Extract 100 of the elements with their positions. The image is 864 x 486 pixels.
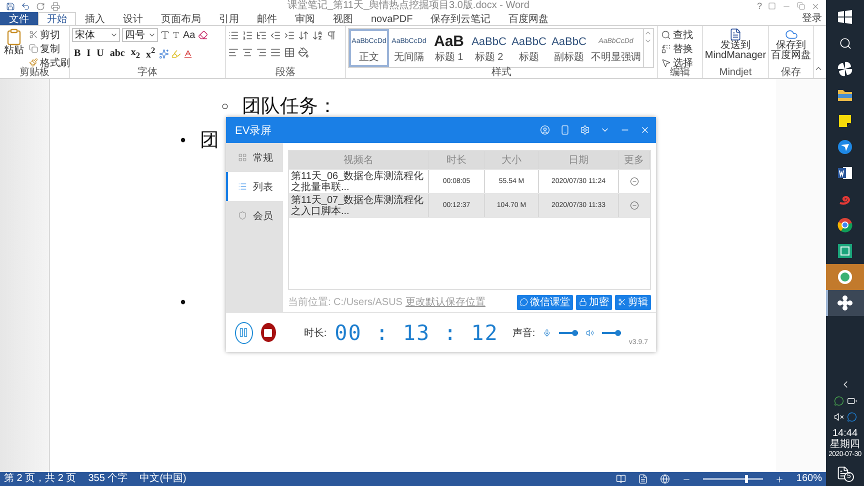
close-icon[interactable] — [640, 125, 650, 135]
collapse-ribbon-icon[interactable] — [814, 64, 823, 73]
chat-icon[interactable] — [834, 396, 844, 406]
format-button[interactable]: I — [84, 46, 93, 61]
shrink-font-icon[interactable] — [172, 31, 180, 39]
phone-icon[interactable] — [560, 125, 570, 135]
indent-icon[interactable] — [284, 30, 295, 41]
start-icon[interactable] — [838, 10, 852, 24]
folder-icon[interactable] — [837, 87, 853, 103]
format-button[interactable]: abc — [108, 46, 127, 61]
style-preview: AaB — [434, 34, 464, 50]
more-icon[interactable] — [630, 201, 639, 210]
action-button[interactable]: 微信课堂 — [517, 294, 573, 310]
print-layout-icon[interactable] — [638, 474, 648, 484]
pilcrow-icon[interactable] — [326, 30, 337, 41]
search-icon[interactable] — [838, 36, 852, 50]
clock-weekday[interactable]: 星期四 — [830, 439, 860, 450]
cut-button[interactable]: 剪切 — [28, 28, 71, 41]
save-location: 当前位置: C:/Users/ASUS — [288, 296, 402, 309]
group-label: 编辑 — [670, 67, 690, 78]
shading-icon[interactable] — [298, 47, 309, 58]
font-size-field[interactable]: 四号 — [122, 28, 158, 42]
notification-icon[interactable] — [836, 466, 850, 480]
align-right-icon[interactable] — [256, 47, 267, 58]
style-name: 不明显强调 — [591, 52, 641, 63]
table-cell: 第11天_06_数据仓库测流程化之批量串联... — [289, 170, 429, 193]
style-preview: AaBbC — [512, 35, 546, 50]
browser-icon[interactable] — [837, 217, 853, 233]
flower-icon[interactable] — [837, 295, 853, 311]
nav-item[interactable]: 列表 — [226, 172, 283, 201]
user-icon[interactable] — [540, 125, 550, 135]
document-icon[interactable] — [837, 165, 853, 181]
restore-icon[interactable] — [797, 2, 805, 10]
stop-button[interactable] — [260, 323, 276, 342]
text-effect-icon[interactable] — [159, 48, 170, 58]
format-button[interactable]: B — [72, 46, 83, 61]
multilevel-list-icon[interactable] — [256, 30, 267, 41]
battery-icon[interactable] — [846, 396, 856, 406]
font-name-field[interactable]: 宋体 — [72, 28, 120, 42]
sign-in-link[interactable]: 登录 — [798, 12, 826, 25]
clock-time[interactable]: 14:44 — [832, 428, 858, 439]
az-sort-icon[interactable] — [312, 30, 323, 41]
align-center-icon[interactable] — [242, 47, 253, 58]
style-name: 正文 — [359, 52, 379, 63]
nav-item[interactable]: 会员 — [226, 201, 283, 230]
zoom-level[interactable]: 160% — [796, 472, 822, 486]
search-icon[interactable] — [661, 30, 671, 40]
mic-slider[interactable] — [559, 330, 578, 336]
action-button[interactable]: 加密 — [576, 294, 612, 310]
edit-button[interactable]: 查找 — [660, 28, 694, 41]
scroll-down-icon[interactable] — [644, 37, 652, 45]
pause-button[interactable] — [235, 322, 253, 344]
mute-icon[interactable] — [834, 412, 844, 422]
pinwheel-icon[interactable] — [837, 61, 853, 77]
sort-icon[interactable] — [298, 30, 309, 41]
grow-font-icon[interactable] — [160, 30, 170, 40]
settings-icon[interactable] — [580, 125, 590, 135]
save-to-cloud-button[interactable]: 保存到 百度网盘 — [769, 28, 813, 61]
ribbon-tab[interactable]: 开始 — [38, 12, 76, 25]
zoom-in-icon[interactable] — [775, 474, 784, 484]
format-button[interactable]: x$_{2}$ — [128, 46, 142, 61]
redo-icon[interactable] — [36, 2, 45, 10]
edit-button[interactable]: 替换 — [660, 42, 694, 55]
change-case-button[interactable]: Aa — [182, 28, 196, 42]
language: 中文(中国) — [140, 472, 186, 486]
scroll-up-icon[interactable] — [644, 29, 652, 37]
read-mode-icon[interactable] — [616, 474, 626, 484]
action-button[interactable]: 剪辑 — [615, 294, 651, 310]
save-icon[interactable] — [6, 2, 15, 10]
send-to-mindmanager-button[interactable]: 发送到 MindManager — [702, 28, 768, 61]
close-icon[interactable] — [811, 2, 820, 10]
bullet: • — [178, 292, 188, 312]
more-icon[interactable] — [630, 177, 639, 186]
note-icon[interactable] — [837, 113, 853, 129]
print-icon[interactable] — [51, 2, 60, 10]
box-icon[interactable] — [837, 243, 853, 259]
undo-icon[interactable] — [21, 2, 30, 10]
pointer-icon[interactable] — [661, 58, 671, 68]
slider-thumb[interactable] — [572, 330, 578, 336]
eraser-icon[interactable] — [198, 30, 208, 40]
nav-item[interactable]: 常规 — [226, 143, 283, 172]
copy-button[interactable]: 复制 — [28, 42, 71, 55]
font-color-icon[interactable] — [183, 48, 194, 58]
align-left-icon[interactable] — [228, 47, 239, 58]
web-layout-icon[interactable] — [660, 474, 670, 484]
justify-icon[interactable] — [270, 47, 281, 58]
ribbon-tab[interactable]: 文件 — [0, 12, 38, 25]
taskbar-button[interactable] — [826, 290, 864, 316]
zoom-thumb[interactable] — [745, 475, 748, 483]
paste-button[interactable]: 粘贴 — [2, 28, 26, 56]
numbered-list-icon[interactable] — [242, 30, 253, 41]
outdent-icon[interactable] — [270, 30, 281, 41]
format-button[interactable]: U — [94, 46, 106, 61]
format-button[interactable]: x$^{2}$ — [144, 46, 158, 61]
slider-thumb[interactable] — [614, 330, 621, 336]
caret-icon — [110, 31, 118, 39]
table-icon[interactable] — [284, 47, 295, 58]
help-button[interactable]: ? — [756, 0, 762, 12]
speaker-slider[interactable] — [602, 330, 621, 336]
mic-icon — [543, 328, 552, 338]
